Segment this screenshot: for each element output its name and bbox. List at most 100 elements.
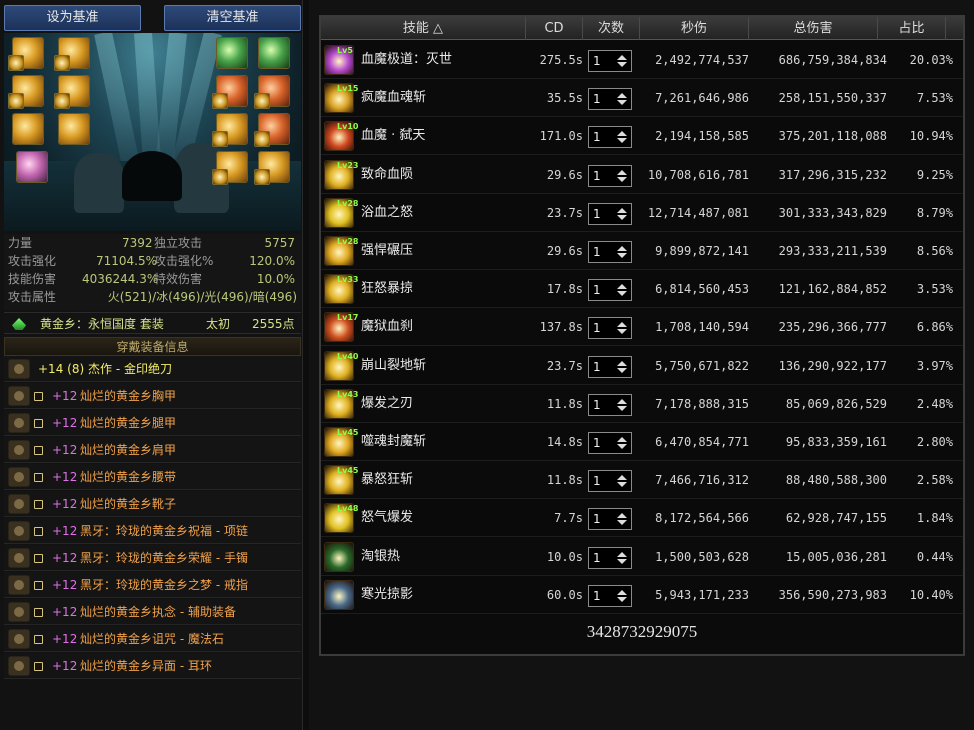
upgrade-badge-icon xyxy=(34,608,43,617)
table-row: Lv23 致命血陨 29.6s 1 10,708,616,781 317,296,315,… xyxy=(321,156,963,194)
count-select[interactable]: 1 xyxy=(588,279,632,302)
spinner-arrows-icon[interactable] xyxy=(617,131,627,144)
spinner-arrows-icon[interactable] xyxy=(617,284,627,297)
set-stage: 太初 xyxy=(206,317,231,331)
header-dps[interactable]: 秒伤 xyxy=(640,17,749,40)
skill-percent: 1.84% xyxy=(916,511,953,526)
count-select[interactable]: 1 xyxy=(588,317,632,340)
spinner-arrows-icon[interactable] xyxy=(617,169,627,182)
count-select[interactable]: 1 xyxy=(588,164,632,187)
clear-baseline-button[interactable]: 清空基准 xyxy=(164,5,301,31)
equipment-row[interactable]: +12 灿烂的黄金乡诅咒 - 魔法石 xyxy=(4,626,301,652)
equipment-row[interactable]: +12 黑牙：玲珑的黄金乡祝福 - 项链 xyxy=(4,518,301,544)
equipment-row[interactable]: +12 灿烂的黄金乡靴子 xyxy=(4,491,301,517)
header-count[interactable]: 次数 xyxy=(583,17,640,40)
spinner-arrows-icon[interactable] xyxy=(617,398,627,411)
spinner-arrows-icon[interactable] xyxy=(617,93,627,106)
upgrade-badge-icon xyxy=(34,527,43,536)
spinner-arrows-icon[interactable] xyxy=(617,246,627,258)
count-value: 1 xyxy=(593,54,601,68)
count-select[interactable]: 1 xyxy=(588,393,632,416)
skill-level-badge: Lv45 xyxy=(337,428,359,437)
spinner-arrows-icon[interactable] xyxy=(617,207,627,220)
equipment-icon xyxy=(8,521,30,541)
stats-panel: 力量 7392 独立攻击 5757 攻击强化 71104.5% 攻击强化% 12… xyxy=(4,234,301,310)
equipment-row[interactable]: +12 灿烂的黄金乡腿甲 xyxy=(4,410,301,436)
pants-slot[interactable] xyxy=(12,113,44,145)
skill-total-damage: 62,928,747,155 xyxy=(785,511,887,526)
stat-row-skill-damage: 技能伤害 4036244.3% 特效伤害 10.0% xyxy=(4,271,301,288)
skill-level-badge: Lv43 xyxy=(337,389,359,399)
equipment-row[interactable]: +12 黑牙：玲珑的黄金乡之梦 - 戒指 xyxy=(4,572,301,598)
equipment-name: 灿烂的黄金乡异面 - 耳环 xyxy=(80,659,212,673)
count-select[interactable]: 1 xyxy=(588,50,632,72)
skill-percent: 9.25% xyxy=(916,167,953,182)
count-select[interactable]: 1 xyxy=(588,508,632,531)
equipment-row[interactable]: +12 黑牙：玲珑的黄金乡荣耀 - 手镯 xyxy=(4,545,301,571)
skill-level-badge: Lv48 xyxy=(337,504,359,514)
count-select[interactable]: 1 xyxy=(588,126,632,149)
equipment-row[interactable]: +12 灿烂的黄金乡胸甲 xyxy=(4,383,301,409)
artifact-slot[interactable] xyxy=(258,37,290,69)
header-percent[interactable]: 占比 xyxy=(878,17,946,40)
count-select[interactable]: 1 xyxy=(588,584,632,607)
equipment-level: +12 xyxy=(52,497,78,511)
skill-cd: 29.6s xyxy=(546,244,583,258)
creature-slot[interactable] xyxy=(216,37,248,69)
count-value: 1 xyxy=(593,359,601,374)
skill-icon: Lv43 xyxy=(324,388,358,419)
equipment-row[interactable]: +12 灿烂的黄金乡异面 - 耳环 xyxy=(4,653,301,679)
skill-cd: 171.0s xyxy=(539,129,583,144)
skill-percent: 2.58% xyxy=(916,473,953,488)
header-total[interactable]: 总伤害 xyxy=(749,17,878,40)
spinner-arrows-icon[interactable] xyxy=(617,322,627,335)
equipment-row[interactable]: +12 灿烂的黄金乡肩甲 xyxy=(4,437,301,463)
stat-label: 攻击强化% xyxy=(154,254,214,268)
count-select[interactable]: 1 xyxy=(588,88,632,111)
count-select[interactable]: 1 xyxy=(588,241,632,263)
spinner-arrows-icon[interactable] xyxy=(617,551,627,564)
upgrade-badge-icon xyxy=(34,581,43,590)
spinner-arrows-icon[interactable] xyxy=(617,360,627,373)
upgrade-badge-icon xyxy=(34,473,43,482)
equipment-icon xyxy=(8,440,30,460)
equipment-row[interactable]: +12 灿烂的黄金乡执念 - 辅助装备 xyxy=(4,599,301,625)
count-select[interactable]: 1 xyxy=(588,202,632,225)
equipment-icon xyxy=(8,359,30,379)
spinner-arrows-icon[interactable] xyxy=(617,437,627,449)
skill-percent: 10.94% xyxy=(909,129,953,144)
skill-cd: 17.8s xyxy=(546,282,583,297)
skill-level-badge: Lv33 xyxy=(337,275,359,285)
count-select[interactable]: 1 xyxy=(588,470,632,493)
skill-cd: 14.8s xyxy=(546,435,583,449)
count-select[interactable]: 1 xyxy=(588,546,632,569)
skill-percent: 6.86% xyxy=(916,320,953,335)
stat-value: 4036244.3% xyxy=(82,272,159,286)
header-skill[interactable]: 技能 △ xyxy=(321,17,526,40)
skill-name: 寒光掠影 xyxy=(361,586,414,602)
set-baseline-button[interactable]: 设为基准 xyxy=(4,5,141,31)
skill-total-damage: 317,296,315,232 xyxy=(778,167,887,182)
count-select[interactable]: 1 xyxy=(588,432,632,454)
equipment-row[interactable]: +14 (8) 杰作 - 金印绝刀 xyxy=(4,356,301,382)
set-gem-icon xyxy=(12,318,26,330)
spinner-arrows-icon[interactable] xyxy=(617,513,627,526)
skill-icon: Lv45 xyxy=(324,465,358,496)
skill-dps: 6,470,854,771 xyxy=(655,435,749,449)
stat-label: 独立攻击 xyxy=(154,236,203,250)
skill-dps: 5,750,671,822 xyxy=(655,358,749,373)
title-slot[interactable] xyxy=(16,151,48,183)
skill-icon: Lv48 xyxy=(324,503,358,534)
spinner-arrows-icon[interactable] xyxy=(617,475,627,488)
shoes-slot[interactable] xyxy=(58,113,90,145)
stat-value: 10.0% xyxy=(256,272,295,286)
equipment-row[interactable]: +12 灿烂的黄金乡腰带 xyxy=(4,464,301,490)
header-cd[interactable]: CD xyxy=(526,17,583,40)
skill-name: 疯魔血魂斩 xyxy=(361,90,427,106)
equipment-level: +12 xyxy=(52,443,78,457)
count-select[interactable]: 1 xyxy=(588,355,632,378)
equipment-icon xyxy=(8,548,30,568)
spinner-arrows-icon[interactable] xyxy=(617,55,627,67)
spinner-arrows-icon[interactable] xyxy=(617,589,627,602)
skill-level-badge: Lv5 xyxy=(337,46,353,55)
